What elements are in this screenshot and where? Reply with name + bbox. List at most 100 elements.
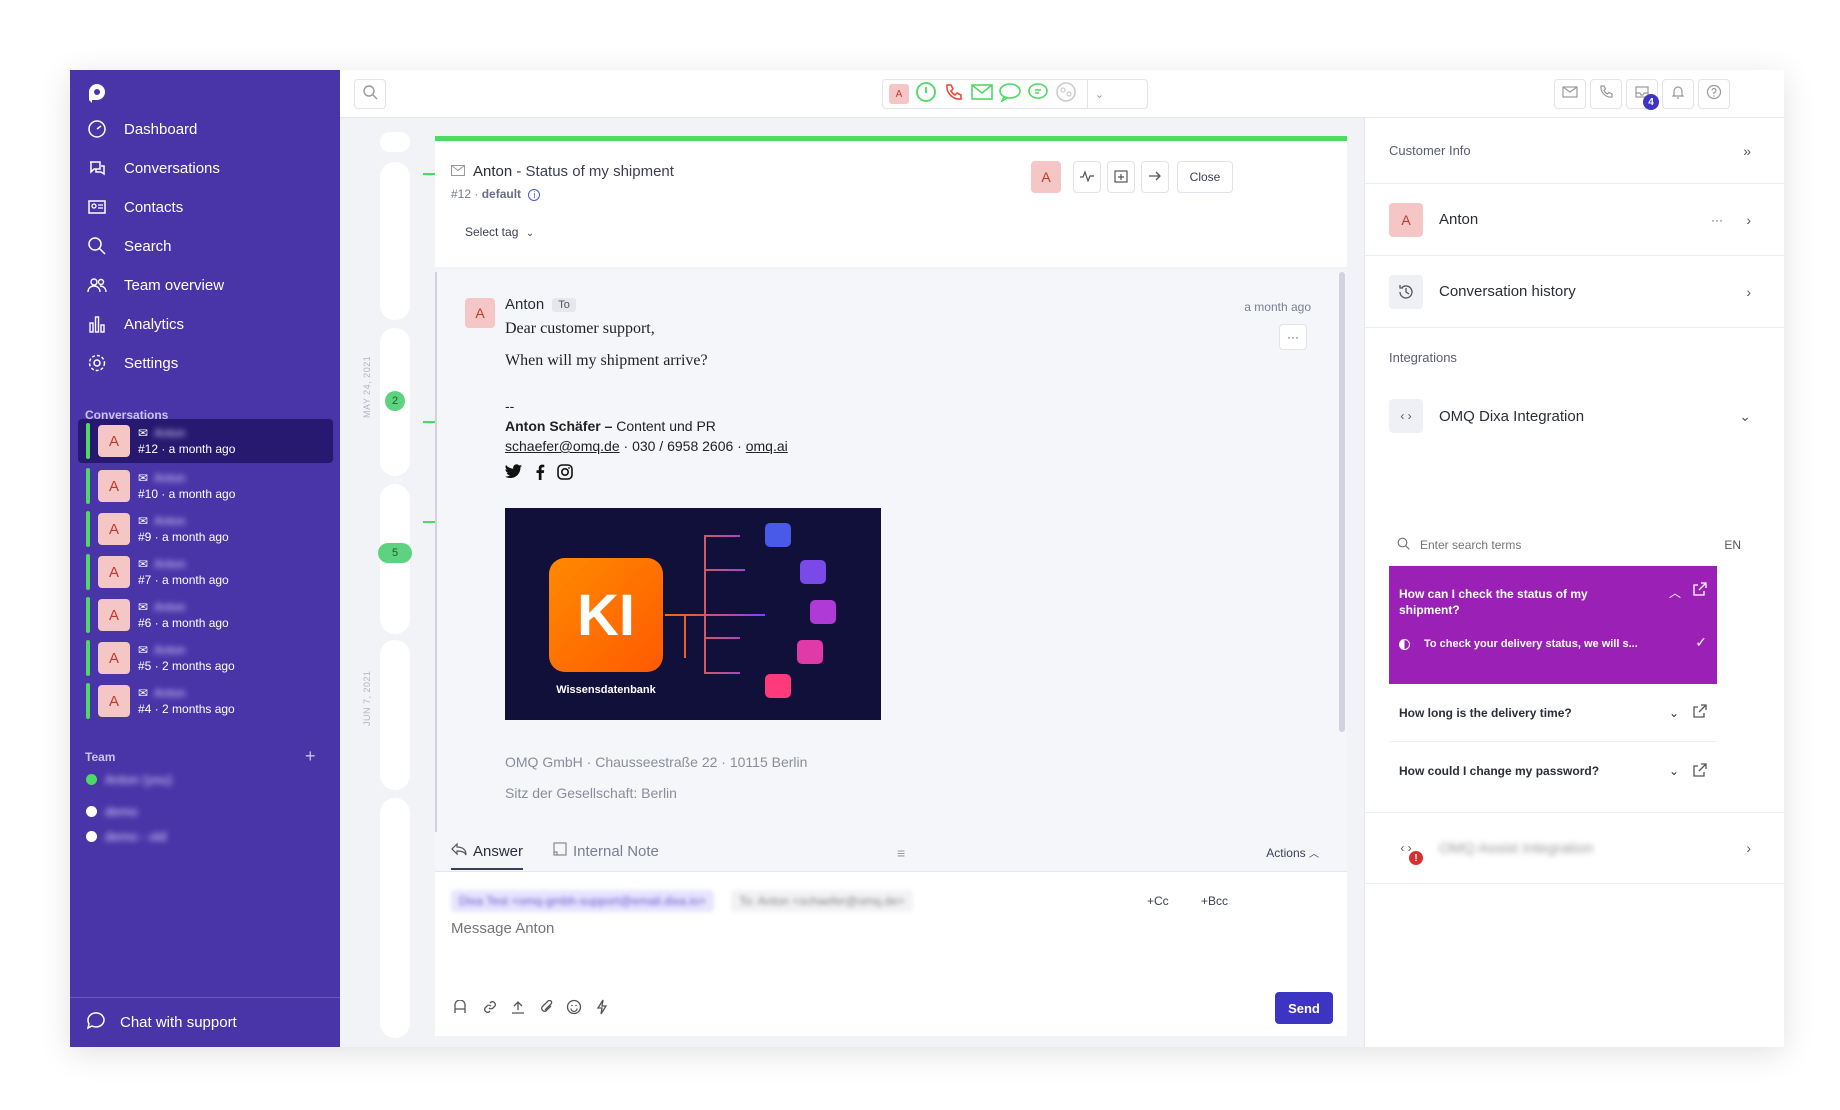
customer-row[interactable]: A Anton ··· › xyxy=(1365,184,1784,256)
tab-answer[interactable]: Answer xyxy=(451,842,524,870)
drag-handle-icon[interactable]: ≡ xyxy=(897,845,905,861)
external-link-icon[interactable] xyxy=(1693,582,1707,601)
email-channel-icon[interactable] xyxy=(971,83,993,106)
phone-button[interactable] xyxy=(1590,79,1622,109)
chevron-down-icon[interactable]: ⌄ xyxy=(1669,706,1679,720)
tab-internal-note[interactable]: Internal Note xyxy=(553,842,659,860)
phone-channel-icon[interactable] xyxy=(943,81,965,108)
timeline-segment[interactable] xyxy=(380,798,410,1038)
collapse-panel-icon[interactable]: » xyxy=(1743,143,1751,159)
faq-search-input[interactable] xyxy=(1420,538,1680,552)
chevron-down-icon[interactable]: ⌄ xyxy=(1669,764,1679,778)
conversation-meta: ✉ Anton #6 · a month ago xyxy=(138,599,229,631)
external-link-icon[interactable] xyxy=(1693,762,1707,780)
conversation-item[interactable]: A ✉ Anton #5 · 2 months ago xyxy=(78,636,333,680)
avatar: A xyxy=(98,556,130,588)
nav-dashboard[interactable]: Dashboard xyxy=(86,114,197,144)
conversation-meta: ✉ Anton #5 · 2 months ago xyxy=(138,642,235,674)
assist-integration-row[interactable]: ‹ › ! OMQ Assist Integration › xyxy=(1365,812,1784,884)
emoji-icon[interactable] xyxy=(565,998,583,1016)
status-bar xyxy=(86,468,90,504)
add-cc-button[interactable]: +Cc xyxy=(1147,894,1169,908)
chat-channel-icon[interactable] xyxy=(999,82,1021,107)
signature-web-link[interactable]: omq.ai xyxy=(746,438,788,454)
conversation-sub: #4 · 2 months ago xyxy=(138,702,235,716)
chat-support-button[interactable]: Chat with support xyxy=(70,997,340,1047)
conversation-item[interactable]: A ✉ Anton #9 · a month ago xyxy=(78,507,333,551)
nav-search[interactable]: Search xyxy=(86,231,172,261)
attachment-icon[interactable] xyxy=(537,998,555,1016)
from-address-chip[interactable]: Dixa Test <omq-gmbh-support@email.dixa.i… xyxy=(451,890,714,912)
twitter-icon[interactable] xyxy=(505,464,523,485)
help-button[interactable] xyxy=(1698,79,1730,109)
social-channel-icon[interactable] xyxy=(1055,81,1077,108)
notifications-button[interactable] xyxy=(1662,79,1694,109)
send-button[interactable]: Send xyxy=(1275,992,1333,1024)
team-member[interactable]: demo - old xyxy=(86,829,166,844)
message-more-button[interactable]: ··· xyxy=(1279,324,1307,350)
conversation-item[interactable]: A ✉ Anton #4 · 2 months ago xyxy=(78,679,333,723)
select-tag-dropdown[interactable]: Select tag ⌄ xyxy=(465,225,534,239)
conversation-item[interactable]: A ✉ Anton #12 · a month ago xyxy=(78,419,333,463)
more-options-icon[interactable]: ··· xyxy=(1711,213,1723,227)
nav-conversations[interactable]: Conversations xyxy=(86,153,220,183)
signature-email-link[interactable]: schaefer@omq.de xyxy=(505,438,620,454)
external-link-icon[interactable] xyxy=(1693,704,1707,721)
global-search-button[interactable] xyxy=(354,79,386,109)
timeline-count[interactable]: 2 xyxy=(385,391,405,411)
nav-analytics[interactable]: Analytics xyxy=(86,309,184,339)
email-button[interactable] xyxy=(1554,79,1586,109)
chevron-down-icon[interactable]: ⌄ xyxy=(1087,80,1111,108)
omq-integration-row[interactable]: ‹ › OMQ Dixa Integration ⌄ xyxy=(1365,384,1784,448)
conversation-item[interactable]: A ✉ Anton #6 · a month ago xyxy=(78,593,333,637)
nav-settings[interactable]: Settings xyxy=(86,348,178,378)
mail-icon: ✉ xyxy=(138,426,149,440)
app-logo-icon[interactable] xyxy=(86,82,108,104)
activity-icon xyxy=(1079,169,1095,185)
upload-icon[interactable] xyxy=(509,998,527,1016)
to-address-chip[interactable]: To: Anton <schaefer@omq.de> xyxy=(731,890,913,912)
conversation-item[interactable]: A ✉ Anton #10 · a month ago xyxy=(78,464,333,508)
text-format-icon[interactable] xyxy=(451,998,469,1016)
queue-button[interactable]: 4 xyxy=(1626,79,1659,110)
nav-contacts[interactable]: Contacts xyxy=(86,192,183,222)
info-icon[interactable]: i xyxy=(528,189,541,201)
team-member[interactable]: Anton (you) xyxy=(86,772,172,787)
team-member[interactable]: demo xyxy=(86,804,138,819)
timeline-segment[interactable] xyxy=(380,162,410,320)
timeline-segment[interactable] xyxy=(380,640,410,790)
add-team-button[interactable]: + xyxy=(305,746,316,767)
conversation-item[interactable]: A ✉ Anton #7 · a month ago xyxy=(78,550,333,594)
close-conversation-button[interactable]: Close xyxy=(1177,161,1233,193)
facebook-icon[interactable] xyxy=(535,464,545,485)
snooze-button[interactable] xyxy=(1107,161,1135,193)
faq-item[interactable]: How long is the delivery time? ⌄ xyxy=(1389,684,1717,742)
messaging-channel-icon[interactable] xyxy=(1027,82,1049,107)
nav-team-overview[interactable]: Team overview xyxy=(86,270,224,300)
away-status-icon[interactable] xyxy=(915,81,937,108)
chevron-up-icon[interactable]: ︿ xyxy=(1669,584,1681,601)
conversation-name: Anton xyxy=(154,514,186,528)
instagram-icon[interactable] xyxy=(557,464,573,485)
message-scrollbar[interactable] xyxy=(1339,272,1345,732)
conversation-history-row[interactable]: Conversation history › xyxy=(1365,256,1784,328)
add-bcc-button[interactable]: +Bcc xyxy=(1201,894,1228,908)
language-selector[interactable]: EN xyxy=(1724,538,1741,552)
assignee-avatar-button[interactable]: A xyxy=(1031,161,1061,193)
transfer-button[interactable] xyxy=(1141,161,1169,193)
faq-item[interactable]: How could I change my password? ⌄ xyxy=(1389,742,1717,800)
agent-avatar[interactable]: A xyxy=(889,84,909,104)
activity-button[interactable] xyxy=(1073,161,1101,193)
checkmark-icon[interactable]: ✓ xyxy=(1695,634,1707,651)
faq-item-expanded[interactable]: How can I check the status of my shipmen… xyxy=(1389,566,1717,684)
link-icon[interactable] xyxy=(481,998,499,1016)
conversation-name: Anton xyxy=(154,471,186,485)
actions-dropdown[interactable]: Actions ︿ xyxy=(1266,845,1319,860)
quick-reply-icon[interactable] xyxy=(593,998,611,1016)
timeline-segment[interactable] xyxy=(380,132,410,152)
timeline-count[interactable]: 5 xyxy=(378,543,412,563)
search-icon xyxy=(362,84,378,105)
message-input[interactable] xyxy=(451,920,1051,937)
nav-label: Analytics xyxy=(124,315,185,333)
team-icon xyxy=(86,274,108,296)
